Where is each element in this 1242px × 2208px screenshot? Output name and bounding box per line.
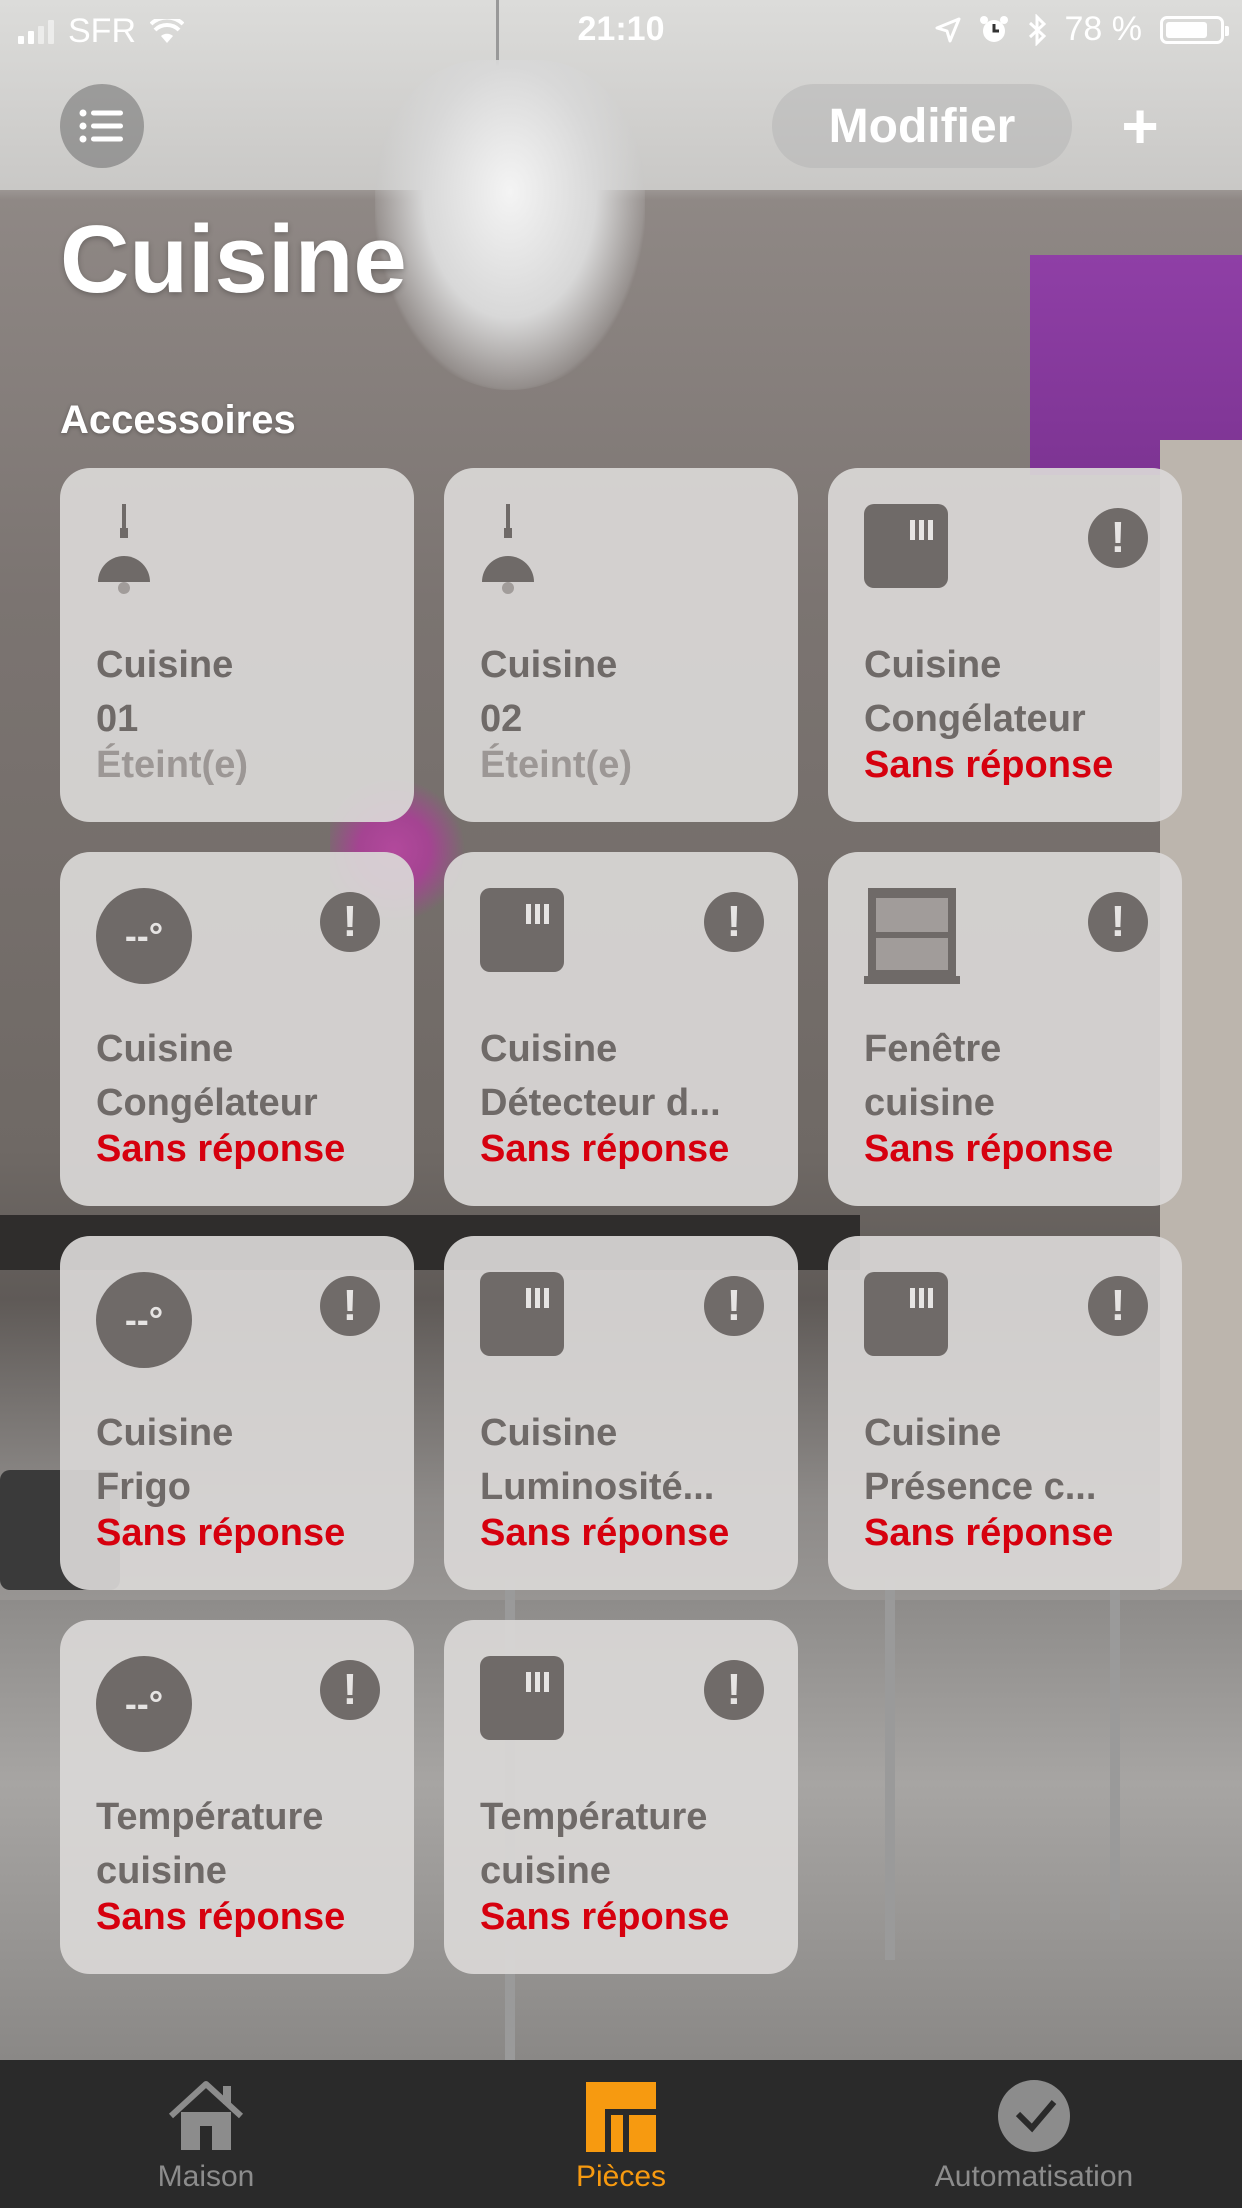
sensor-icon — [864, 504, 948, 588]
accessory-status: Sans réponse — [96, 1896, 346, 1938]
accessory-name: Cuisine Frigo — [96, 1406, 396, 1514]
warning-icon: ! — [704, 892, 764, 952]
warning-icon: ! — [1088, 1276, 1148, 1336]
sensor-icon — [480, 1272, 564, 1356]
accessory-name-line1: Cuisine — [480, 1028, 618, 1070]
accessory-status: Sans réponse — [864, 1128, 1114, 1170]
status-bar: SFR 21:10 78 % — [0, 0, 1242, 62]
accessory-name: Fenêtre cuisine — [864, 1022, 1164, 1130]
accessory-name-line1: Cuisine — [96, 1412, 234, 1454]
accessory-name-line1: Fenêtre — [864, 1028, 1002, 1070]
accessory-tile[interactable]: ! Fenêtre cuisine Sans réponse — [828, 852, 1182, 1206]
warning-icon: ! — [320, 1276, 380, 1336]
accessory-name-line1: Température — [96, 1796, 324, 1838]
battery-icon — [1160, 15, 1229, 44]
battery-percent: 78 % — [1064, 10, 1143, 48]
accessory-name: Cuisine Congélateur — [864, 638, 1164, 746]
tab-bar: Maison Pièces Automatisation — [0, 2060, 1242, 2208]
tab-maison[interactable]: Maison — [106, 2060, 306, 2208]
tab-pieces[interactable]: Pièces — [521, 2060, 721, 2208]
sensor-icon — [480, 888, 564, 972]
accessory-tile[interactable]: ! Cuisine Détecteur d... Sans réponse — [444, 852, 798, 1206]
rooms-icon — [586, 2082, 656, 2152]
accessory-name: Cuisine Détecteur d... — [480, 1022, 780, 1130]
accessory-name-line1: Cuisine — [864, 1412, 1002, 1454]
accessory-name: Température cuisine — [96, 1790, 396, 1898]
thermometer-icon: --° — [96, 1272, 192, 1368]
accessory-status: Éteint(e) — [96, 744, 248, 786]
accessory-name: Cuisine Congélateur — [96, 1022, 396, 1130]
warning-icon: ! — [320, 1660, 380, 1720]
accessory-name-line1: Cuisine — [96, 644, 234, 686]
warning-icon: ! — [1088, 508, 1148, 568]
accessory-tile[interactable]: ! Cuisine Luminosité... Sans réponse — [444, 1236, 798, 1590]
list-icon — [79, 109, 123, 143]
accessory-status: Sans réponse — [96, 1128, 346, 1170]
warning-icon: ! — [320, 892, 380, 952]
accessory-status: Sans réponse — [480, 1512, 730, 1554]
accessory-tile[interactable]: ! Température cuisine Sans réponse — [444, 1620, 798, 1974]
accessory-name: Cuisine Luminosité... — [480, 1406, 780, 1514]
sensor-icon — [864, 1272, 948, 1356]
thermometer-icon: --° — [96, 888, 192, 984]
pendant-lamp-icon — [98, 504, 150, 594]
accessory-tile[interactable]: --°! Température cuisine Sans réponse — [60, 1620, 414, 1974]
clock-check-icon — [998, 2080, 1070, 2152]
window-icon — [864, 888, 960, 984]
accessory-name-line1: Cuisine — [96, 1028, 234, 1070]
alarm-icon — [979, 15, 1008, 42]
accessory-name-line1: Température — [480, 1796, 708, 1838]
bluetooth-icon — [1028, 13, 1046, 46]
thermometer-icon: --° — [96, 1656, 192, 1752]
accessory-name: Cuisine Présence c... — [864, 1406, 1164, 1514]
add-button[interactable]: + — [1100, 84, 1180, 168]
house-icon — [168, 2081, 244, 2150]
menu-button[interactable] — [60, 84, 144, 168]
accessory-tile[interactable]: --°! Cuisine Congélateur Sans réponse — [60, 852, 414, 1206]
tab-label: Pièces — [575, 2160, 667, 2193]
accessory-status: Éteint(e) — [480, 744, 632, 786]
section-title: Accessoires — [60, 398, 296, 442]
accessory-name: Cuisine 02 — [480, 638, 780, 746]
accessory-name: Cuisine 01 — [96, 638, 396, 746]
warning-icon: ! — [704, 1276, 764, 1336]
sensor-icon — [480, 1656, 564, 1740]
accessory-tile[interactable]: ! Cuisine Congélateur Sans réponse — [828, 468, 1182, 822]
pendant-lamp-icon — [482, 504, 534, 594]
accessory-tile[interactable]: ! Cuisine Présence c... Sans réponse — [828, 1236, 1182, 1590]
edit-button[interactable]: Modifier — [772, 84, 1072, 168]
page-title: Cuisine — [60, 206, 407, 313]
accessory-status: Sans réponse — [864, 1512, 1114, 1554]
tab-automatisation[interactable]: Automatisation — [914, 2060, 1154, 2208]
accessory-name-line1: Cuisine — [480, 1412, 618, 1454]
accessory-tile[interactable]: Cuisine 02 Éteint(e) — [444, 468, 798, 822]
location-arrow-icon — [935, 17, 960, 42]
accessory-tile[interactable]: Cuisine 01 Éteint(e) — [60, 468, 414, 822]
tab-label: Maison — [157, 2160, 255, 2193]
accessory-status: Sans réponse — [480, 1896, 730, 1938]
warning-icon: ! — [704, 1660, 764, 1720]
accessory-tile[interactable]: --°! Cuisine Frigo Sans réponse — [60, 1236, 414, 1590]
accessory-name-line1: Cuisine — [480, 644, 618, 686]
accessory-status: Sans réponse — [480, 1128, 730, 1170]
accessory-name: Température cuisine — [480, 1790, 780, 1898]
accessory-name-line1: Cuisine — [864, 644, 1002, 686]
warning-icon: ! — [1088, 892, 1148, 952]
accessory-status: Sans réponse — [864, 744, 1114, 786]
tab-label: Automatisation — [934, 2160, 1134, 2193]
accessory-status: Sans réponse — [96, 1512, 346, 1554]
